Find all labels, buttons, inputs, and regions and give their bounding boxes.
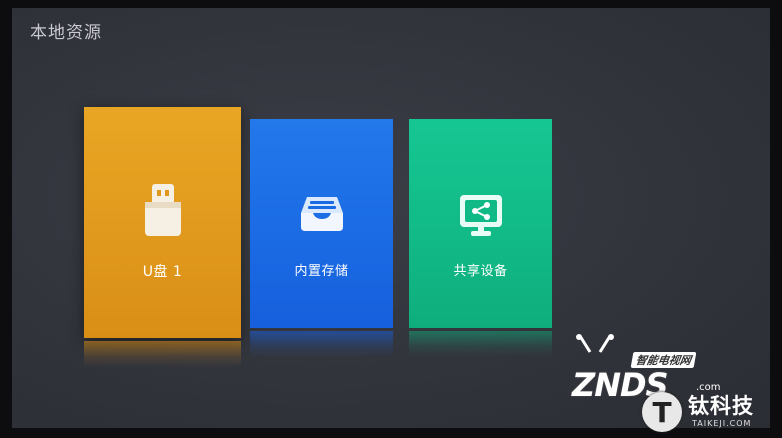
usb-drive-icon xyxy=(144,184,181,236)
shared-monitor-icon xyxy=(459,195,502,236)
watermark-publisher-cn: 钛科技 xyxy=(688,394,754,418)
tile-shared-devices[interactable]: 共享设备 xyxy=(409,119,552,328)
watermark-publisher-en: TAIKEJI.COM xyxy=(692,419,752,428)
storage-tray-icon xyxy=(300,197,343,231)
tile-usb-reflection xyxy=(84,341,241,367)
watermark-t-letter: T xyxy=(652,396,672,429)
tile-share-reflection xyxy=(409,331,552,357)
tile-storage-reflection xyxy=(250,331,393,357)
tile-internal-storage-label: 内置存储 xyxy=(294,264,349,279)
tile-shared-devices-label: 共享设备 xyxy=(453,264,508,279)
tile-usb-drive-label: U盘 1 xyxy=(142,264,183,280)
tile-usb-drive[interactable]: U盘 1 xyxy=(84,107,241,338)
tile-internal-storage[interactable]: 内置存储 xyxy=(250,119,393,328)
page-title: 本地资源 xyxy=(30,23,102,43)
watermark-t-badge: T xyxy=(642,392,682,432)
watermark: 智能电视网 ZNDS .com T 钛科技 TAIKEJI.COM xyxy=(560,330,782,438)
